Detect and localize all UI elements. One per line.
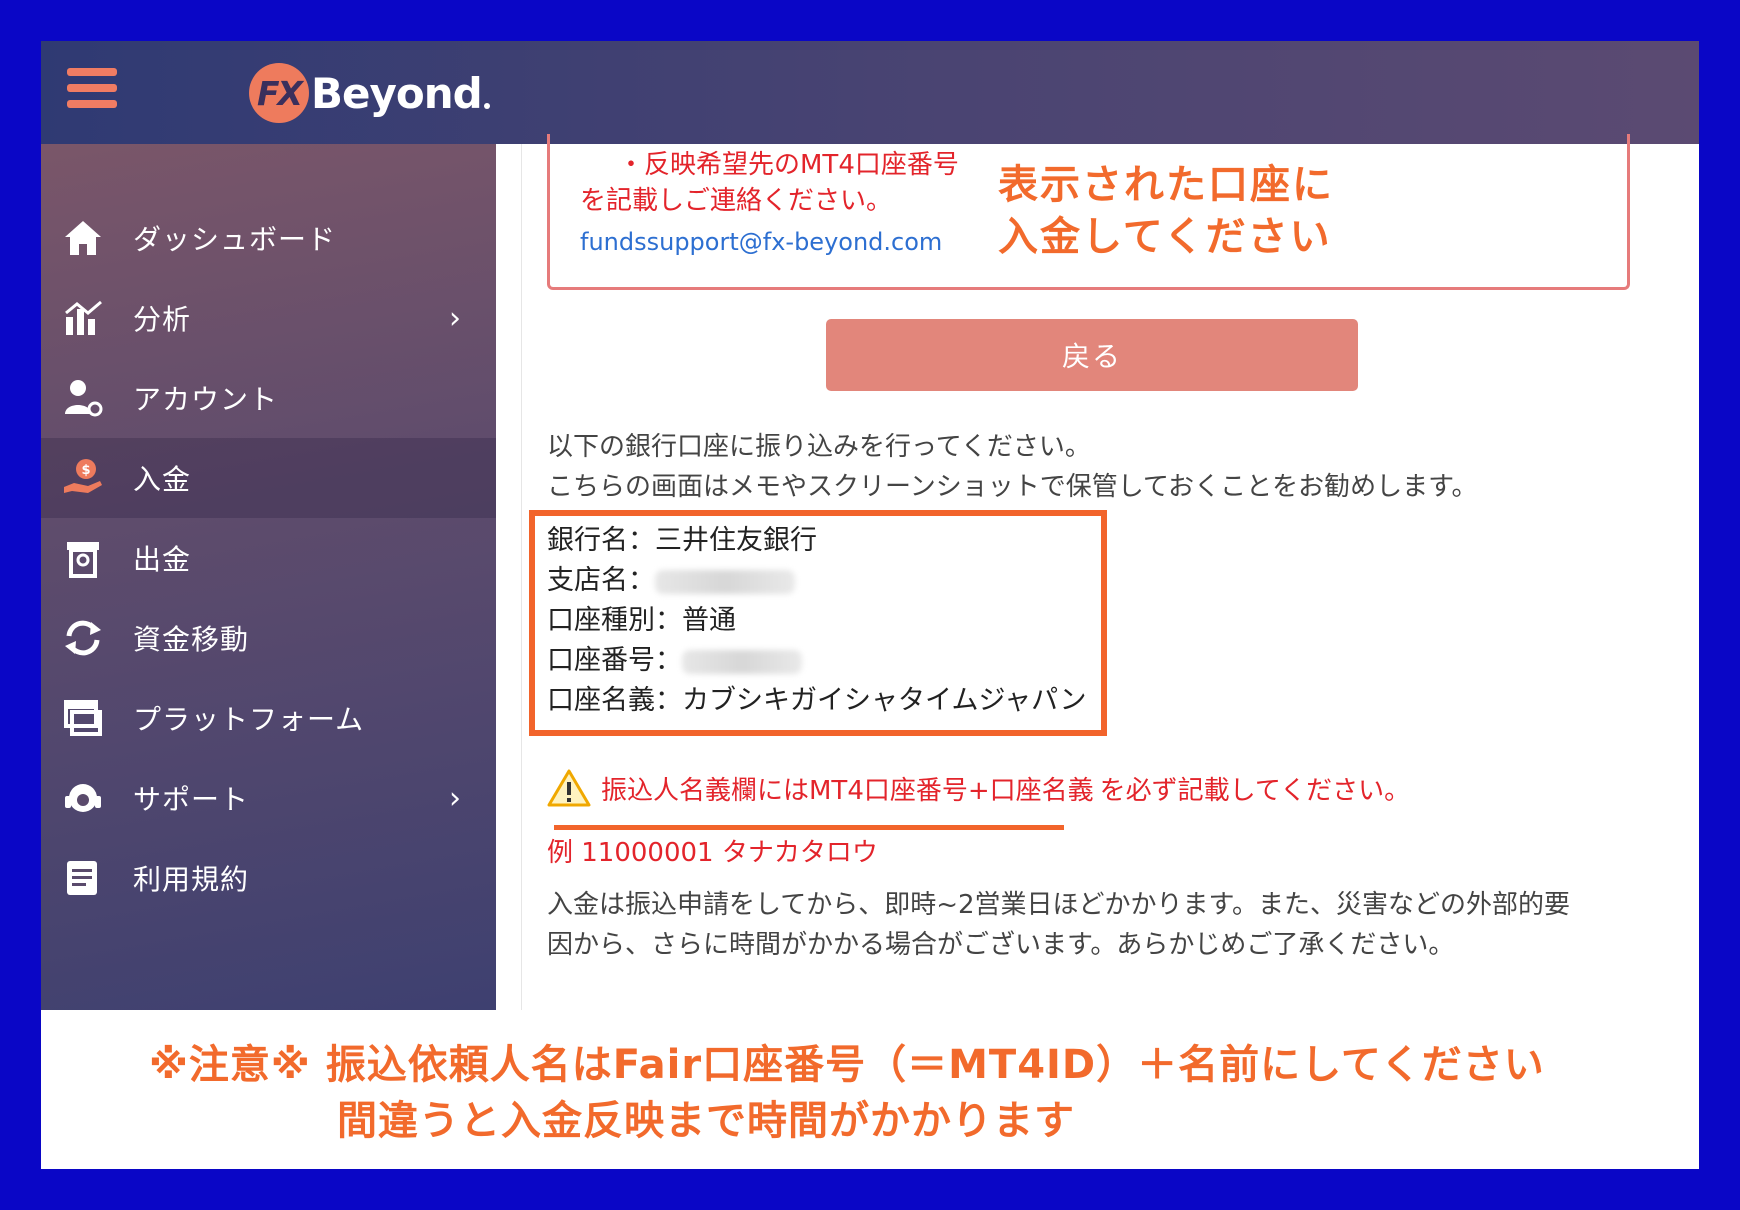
sidebar-item-platform[interactable]: プラットフォーム — [41, 678, 496, 758]
bank-name-label: 銀行名： — [547, 525, 655, 556]
sidebar-item-label: 入金 — [133, 463, 192, 496]
warning-highlight-text: 振込人名義欄にはMT4口座番号+口座名義 — [601, 775, 1094, 806]
info-line-1: ・反映希望先のMT4口座番号 — [618, 150, 959, 180]
contact-info-box: ・反映希望先のMT4口座番号 を記載しご連絡ください。 fundssupport… — [547, 134, 1630, 290]
instruction-line-2: こちらの画面はメモやスクリーンショットで保管しておくことをお勧めします。 — [547, 472, 1478, 502]
warning-rest-text: を必ず記載してください。 — [1099, 775, 1411, 806]
sidebar-item-terms[interactable]: 利用規約 — [41, 838, 496, 918]
bank-name-row: 銀行名：三井住友銀行 — [547, 518, 817, 557]
caution-note: ※注意※ 振込依頼人名はFair口座番号（＝MT4ID）＋名前にしてください 間… — [41, 1010, 1699, 1169]
callout-line-1: 表示された口座に — [998, 162, 1334, 208]
chevron-right-icon: › — [449, 300, 461, 336]
account-number-label: 口座番号： — [547, 645, 682, 676]
bank-name-value: 三井住友銀行 — [655, 525, 817, 556]
home-icon — [61, 216, 105, 260]
branch-label: 支店名： — [547, 565, 655, 596]
chevron-right-icon: › — [449, 780, 461, 816]
sidebar-item-dashboard[interactable]: ダッシュボード — [41, 198, 496, 278]
account-number-row: 口座番号： — [547, 638, 802, 677]
chart-icon — [61, 296, 105, 340]
sidebar-item-label: アカウント — [133, 383, 279, 416]
notice-line-1: 入金は振込申請をしてから、即時~2営業日ほどかかります。また、災害などの外部的要 — [547, 890, 1570, 920]
svg-text:$: $ — [81, 463, 90, 478]
account-type-value: 普通 — [682, 605, 736, 636]
caution-line-1: ※注意※ 振込依頼人名はFair口座番号（＝MT4ID）＋名前にしてください — [149, 1042, 1545, 1088]
support-email-link[interactable]: fundssupport@fx-beyond.com — [580, 228, 942, 256]
headset-icon — [61, 776, 105, 820]
content-divider — [521, 144, 522, 1010]
deposit-icon: $ — [61, 456, 105, 500]
account-holder-row: 口座名義：カブシキガイシャタイムジャパン — [547, 678, 1086, 717]
account-number-redacted — [682, 649, 802, 674]
sidebar-item-label: 資金移動 — [133, 623, 250, 656]
fx-beyond-logo[interactable]: FX Beyond — [249, 63, 490, 123]
top-bar: FX Beyond — [41, 41, 1699, 144]
example-text: 例 11000001 タナカタロウ — [547, 838, 878, 868]
platform-icon — [61, 696, 105, 740]
warning-underline — [554, 825, 1064, 830]
warning-triangle-icon — [547, 768, 591, 808]
sidebar-item-label: サポート — [133, 783, 250, 816]
branch-value-redacted — [655, 569, 795, 594]
sidebar-item-transfer[interactable]: 資金移動 — [41, 598, 496, 678]
notice-line-2: 因から、さらに時間がかかる場合がございます。あらかじめご了承ください。 — [547, 930, 1455, 960]
app-frame: FX Beyond ダッシュボード 分析 › アカウント $ 入金 出金 資金移… — [41, 41, 1699, 1169]
account-holder-value: カブシキガイシャタイムジャパン — [682, 685, 1087, 716]
document-icon — [61, 856, 105, 900]
sidebar-item-support[interactable]: サポート › — [41, 758, 496, 838]
account-holder-label: 口座名義： — [547, 685, 682, 716]
info-line-2: を記載しご連絡ください。 — [580, 186, 893, 216]
transfer-icon — [61, 616, 105, 660]
logo-text: Beyond — [311, 68, 483, 118]
user-gear-icon — [61, 376, 105, 420]
sidebar: ダッシュボード 分析 › アカウント $ 入金 出金 資金移動 プラットフォーム… — [41, 144, 496, 1010]
sidebar-item-label: ダッシュボード — [133, 223, 337, 256]
sidebar-item-label: 利用規約 — [133, 863, 250, 896]
logo-dot — [483, 103, 490, 109]
caution-line-2: 間違うと入金反映まで時間がかかります — [337, 1098, 1075, 1144]
instruction-line-1: 以下の銀行口座に振り込みを行ってください。 — [547, 432, 1091, 462]
back-button[interactable]: 戻る — [826, 319, 1358, 391]
sidebar-item-label: 出金 — [133, 543, 192, 576]
sidebar-item-label: プラットフォーム — [133, 703, 365, 736]
logo-mark: FX — [249, 63, 309, 123]
hamburger-menu-icon[interactable] — [67, 68, 117, 112]
main-content: ・反映希望先のMT4口座番号 を記載しご連絡ください。 fundssupport… — [496, 134, 1699, 1010]
sidebar-item-analysis[interactable]: 分析 › — [41, 278, 496, 358]
callout-line-2: 入金してください — [998, 214, 1332, 260]
sidebar-item-withdraw[interactable]: 出金 — [41, 518, 496, 598]
sidebar-item-label: 分析 — [133, 303, 192, 336]
account-type-row: 口座種別：普通 — [547, 598, 736, 637]
sidebar-item-account[interactable]: アカウント — [41, 358, 496, 438]
branch-row: 支店名： — [547, 558, 795, 597]
warning-row: 振込人名義欄にはMT4口座番号+口座名義 を必ず記載してください。 — [547, 766, 1410, 810]
sidebar-item-deposit[interactable]: $ 入金 — [41, 438, 496, 518]
logo-fx-text: FX — [257, 73, 303, 113]
account-type-label: 口座種別： — [547, 605, 682, 636]
withdraw-icon — [61, 536, 105, 580]
